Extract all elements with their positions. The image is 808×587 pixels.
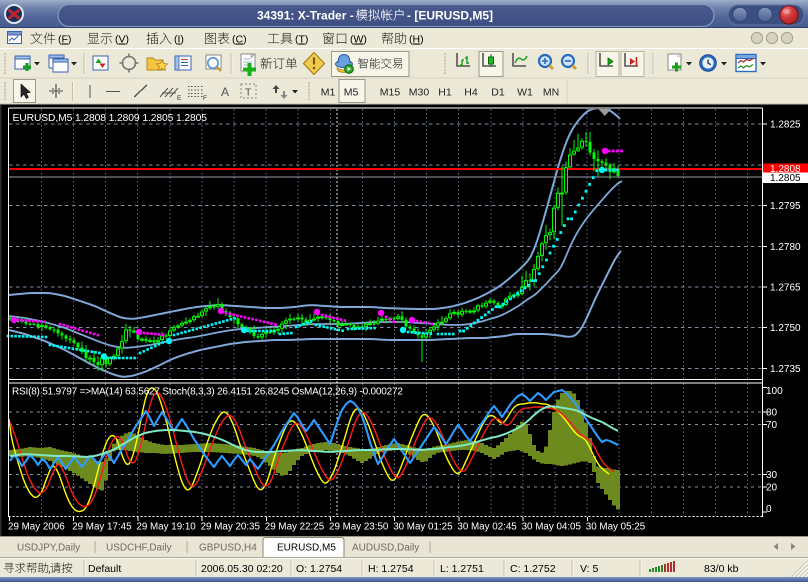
svg-text:29 May 2006: 29 May 2006 [8,522,65,533]
svg-text:D1: D1 [491,87,505,99]
svg-text:L: 1.2751: L: 1.2751 [440,563,484,575]
svg-text:29 May 19:10: 29 May 19:10 [136,522,196,533]
svg-text:H: 1.2754: H: 1.2754 [368,563,414,575]
svg-text:- [EURUSD,M5]: - [EURUSD,M5] [407,9,493,23]
svg-text:1.2765: 1.2765 [770,283,801,294]
svg-text:M1: M1 [321,87,336,99]
svg-text:1.2825: 1.2825 [770,120,801,131]
svg-text:29 May 20:35: 29 May 20:35 [201,522,261,533]
svg-text:1.2735: 1.2735 [770,364,801,375]
svg-text:M15: M15 [380,87,401,99]
svg-text:AUDUSD,Daily: AUDUSD,Daily [352,543,419,554]
svg-text:30 May 02:45: 30 May 02:45 [457,522,517,533]
svg-text:GBPUSD,H4: GBPUSD,H4 [199,543,257,554]
svg-text:70: 70 [766,420,778,431]
svg-text:1.2795: 1.2795 [770,201,801,212]
svg-text:30 May 04:05: 30 May 04:05 [522,522,582,533]
svg-text:(F): (F) [58,34,71,46]
svg-text:30 May 01:25: 30 May 01:25 [393,522,453,533]
svg-text:1.2805: 1.2805 [770,173,801,184]
svg-text:(H): (H) [409,34,424,46]
svg-text:2006.05.30 02:20: 2006.05.30 02:20 [201,563,283,575]
svg-text:80: 80 [766,408,778,419]
svg-text:34391: X-Trader -: 34391: X-Trader - [257,9,354,23]
svg-text:(T): (T) [295,34,308,46]
svg-text:A: A [221,85,229,99]
svg-text:30 May 05:25: 30 May 05:25 [586,522,646,533]
svg-text:30: 30 [766,470,778,481]
svg-text:29 May 22:25: 29 May 22:25 [265,522,325,533]
svg-text:H1: H1 [438,87,452,99]
svg-text:EURUSD,M5: EURUSD,M5 [277,543,336,554]
svg-text:T: T [245,87,252,99]
svg-text:EURUSD,M5 1.2808 1.2809 1.280: EURUSD,M5 1.2808 1.2809 1.2805 1.2805 [13,113,208,124]
svg-text:F: F [203,95,207,102]
svg-text:(W): (W) [350,34,367,46]
svg-text:Default: Default [88,563,121,575]
svg-text:V: 5: V: 5 [580,563,598,575]
svg-text:29 May 23:50: 29 May 23:50 [329,522,389,533]
svg-text:M5: M5 [344,87,359,99]
svg-text:H4: H4 [464,87,478,99]
svg-text:100: 100 [766,386,783,397]
svg-text:(C): (C) [232,34,247,46]
svg-text:0: 0 [766,504,772,515]
svg-text:O: 1.2754: O: 1.2754 [296,563,342,575]
svg-text:E: E [177,95,182,102]
svg-text:20: 20 [766,482,778,493]
svg-text:(V): (V) [115,34,129,46]
svg-text:USDCHF,Daily: USDCHF,Daily [106,543,172,554]
svg-text:MN: MN [543,87,559,99]
svg-text:RSI(8) 51.9797 =>MA(14) 63.56: RSI(8) 51.9797 =>MA(14) 63.5627 Stoch(8,… [12,387,403,398]
svg-text:29 May 17:45: 29 May 17:45 [72,522,132,533]
svg-text:1.2780: 1.2780 [770,242,801,253]
svg-text:M30: M30 [409,87,430,99]
svg-text:W1: W1 [517,87,533,99]
svg-text:USDJPY,Daily: USDJPY,Daily [17,543,80,554]
svg-text:(I): (I) [174,34,184,46]
svg-text:C: 1.2752: C: 1.2752 [510,563,556,575]
svg-text:83/0 kb: 83/0 kb [704,563,739,575]
svg-text:1.2750: 1.2750 [770,323,801,334]
